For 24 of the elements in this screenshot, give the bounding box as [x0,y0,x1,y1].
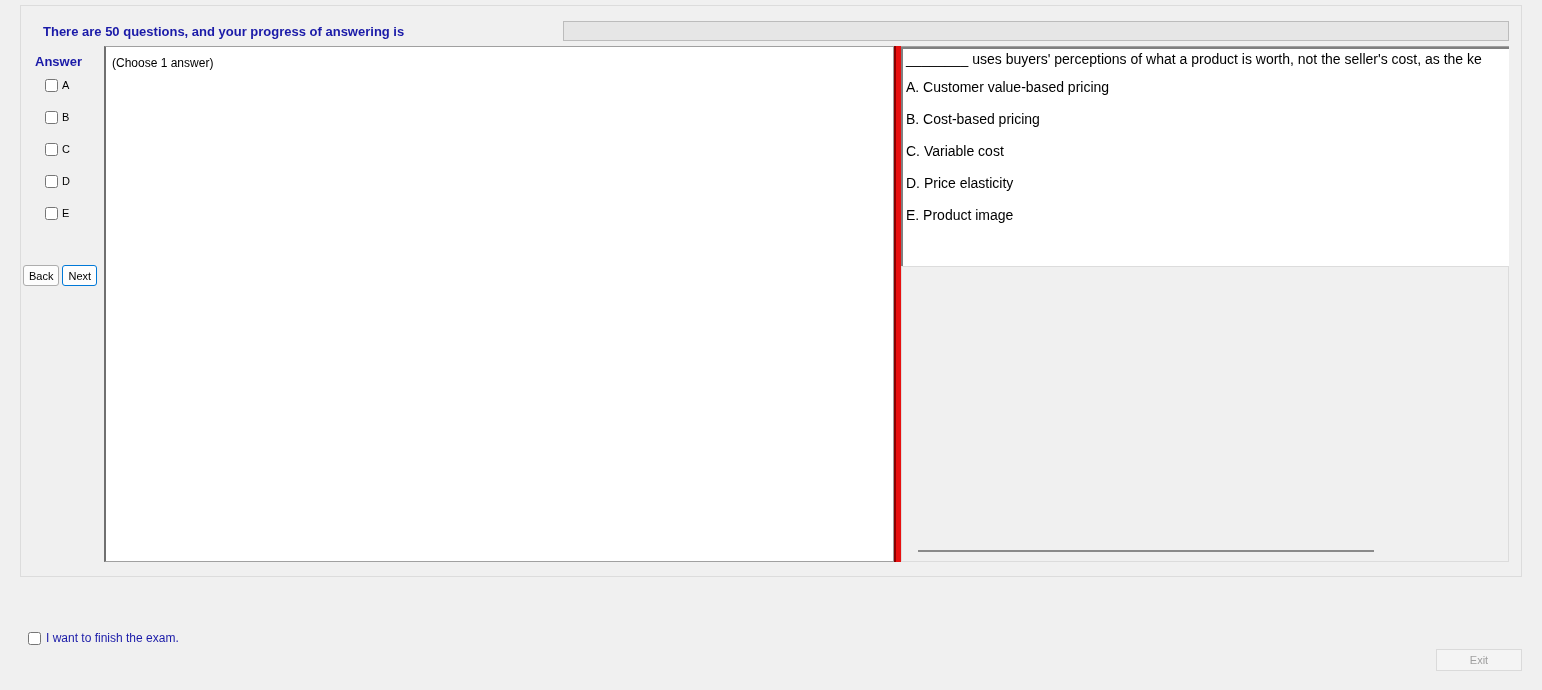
answer-hint: (Choose 1 answer) [112,56,214,70]
nav-button[interactable]: Next [62,265,98,286]
option-label: D [62,175,70,187]
nav-button[interactable]: Back [23,265,60,286]
option-label: A [62,79,70,91]
choice-text: B. Cost-based pricing [906,111,1041,127]
progress-caption: There are 50 questions, and your progress of answering is [43,23,406,39]
answer-heading: Answer [34,54,83,69]
finish-label: I want to finish the exam. [46,631,179,645]
choice-text: E. Product image [906,207,1015,223]
answer-checkbox[interactable] [45,174,58,188]
option-label: B [62,111,70,123]
choice-text: A. Customer value-based pricing [906,79,1111,95]
option-label: C [62,143,70,155]
answer-checkbox[interactable] [45,206,58,220]
question-text: ________ uses buyers' perceptions of what a product is worth, not the seller's cost, as the ke [906,51,1483,67]
answer-checkbox[interactable] [45,142,58,156]
answer-checkbox[interactable] [45,78,58,92]
option-label: E [62,207,70,219]
answer-checkbox[interactable] [45,110,58,124]
choice-text: D. Price elasticity [906,175,1015,191]
finish-checkbox[interactable] [28,631,41,645]
choice-text: C. Variable cost [906,143,1005,159]
scrollbar[interactable] [918,550,1374,552]
